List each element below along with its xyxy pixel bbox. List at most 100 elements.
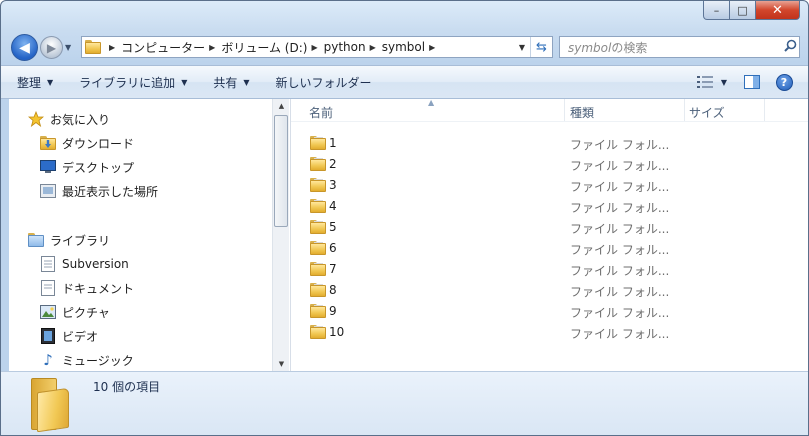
column-name[interactable]: 名前 xyxy=(309,104,333,121)
chevron-right-icon[interactable]: ▶ xyxy=(209,43,215,52)
navigation-pane: お気に入り ダウンロード デスクトップ 最近表示した場所 ライブラリ Subve… xyxy=(9,99,290,371)
nav-item-videos[interactable]: ビデオ xyxy=(39,326,98,346)
file-row[interactable]: 8 ファイル フォル... xyxy=(291,280,808,301)
folder-icon xyxy=(85,40,101,54)
back-button[interactable]: ◀ xyxy=(11,34,38,61)
minimize-button[interactable]: – xyxy=(703,1,730,20)
scroll-down-icon[interactable]: ▼ xyxy=(273,357,290,371)
preview-pane-icon xyxy=(744,75,760,89)
column-divider[interactable] xyxy=(764,99,765,121)
nav-item-desktop[interactable]: デスクトップ xyxy=(39,157,134,177)
folder-icon xyxy=(310,199,326,213)
column-header: ▲ 名前 種類 サイズ xyxy=(291,98,808,122)
nav-item-subversion[interactable]: Subversion xyxy=(39,254,129,274)
breadcrumb-item[interactable]: ボリューム (D:) xyxy=(221,39,307,56)
column-divider[interactable] xyxy=(684,99,685,121)
folder-icon xyxy=(310,283,326,297)
file-list: ▲ 名前 種類 サイズ 1 ファイル フォル... 2 ファイル フォル... … xyxy=(291,98,808,371)
documents-icon xyxy=(39,280,57,296)
sort-ascending-icon: ▲ xyxy=(428,98,435,107)
recent-places-icon xyxy=(39,183,57,199)
share-button[interactable]: 共有 ▼ xyxy=(203,70,259,94)
nav-item-pictures[interactable]: ピクチャ xyxy=(39,302,110,322)
chevron-right-icon[interactable]: ▶ xyxy=(311,43,317,52)
help-button[interactable]: ? xyxy=(772,71,796,93)
refresh-icon: ⇆ xyxy=(536,39,547,55)
nav-item-downloads[interactable]: ダウンロード xyxy=(39,133,134,153)
maximize-button[interactable]: □ xyxy=(730,1,756,20)
explorer-window: – □ ✕ ◀ ▶ ▼ ▶ コンピューター ▶ ボリューム (D:) ▶ pyt… xyxy=(0,0,809,436)
scrollbar-thumb[interactable] xyxy=(274,115,288,227)
folder-icon xyxy=(310,220,326,234)
music-icon: ♪ xyxy=(43,351,53,369)
item-count: 10 個の項目 xyxy=(93,380,161,394)
organize-button[interactable]: 整理 ▼ xyxy=(7,70,63,94)
chevron-down-icon: ▼ xyxy=(181,77,188,87)
chevron-right-icon[interactable]: ▶ xyxy=(429,43,435,52)
nav-item-music[interactable]: ♪ ミュージック xyxy=(39,350,134,370)
refresh-button[interactable]: ⇆ xyxy=(530,37,552,57)
address-bar[interactable]: ▶ コンピューター ▶ ボリューム (D:) ▶ python ▶ symbol… xyxy=(81,36,553,58)
chevron-right-icon[interactable]: ▶ xyxy=(370,43,376,52)
breadcrumb-item[interactable]: コンピューター xyxy=(121,39,205,56)
folder-icon xyxy=(310,157,326,171)
download-folder-icon xyxy=(39,135,57,151)
nav-pane-scrollbar[interactable]: ▲ ▼ xyxy=(272,99,289,371)
close-button[interactable]: ✕ xyxy=(756,1,800,20)
folder-icon xyxy=(310,178,326,192)
chevron-down-icon: ▼ xyxy=(243,77,250,87)
forward-button[interactable]: ▶ xyxy=(40,36,63,59)
arrow-left-icon: ◀ xyxy=(19,39,30,56)
column-divider[interactable] xyxy=(564,99,565,121)
videos-icon xyxy=(39,328,57,344)
desktop-icon xyxy=(39,159,57,175)
new-folder-button[interactable]: 新しいフォルダー xyxy=(266,70,382,94)
file-row[interactable]: 5 ファイル フォル... xyxy=(291,217,808,238)
file-row[interactable]: 3 ファイル フォル... xyxy=(291,175,808,196)
recent-pages-dropdown[interactable]: ▼ xyxy=(65,43,75,52)
breadcrumb: ▶ コンピューター ▶ ボリューム (D:) ▶ python ▶ symbol… xyxy=(105,37,514,57)
library-icon xyxy=(27,232,45,248)
folder-icon xyxy=(310,262,326,276)
nav-libraries[interactable]: ライブラリ xyxy=(27,230,110,250)
nav-item-documents[interactable]: ドキュメント xyxy=(39,278,134,298)
folder-icon xyxy=(310,136,326,150)
nav-favorites[interactable]: お気に入り xyxy=(27,109,110,129)
file-row[interactable]: 4 ファイル フォル... xyxy=(291,196,808,217)
large-folder-icon xyxy=(29,378,73,433)
search-icon[interactable] xyxy=(781,39,799,56)
folder-icon xyxy=(310,304,326,318)
scroll-up-icon[interactable]: ▲ xyxy=(273,99,290,113)
breadcrumb-item[interactable]: symbol xyxy=(382,40,425,54)
command-bar: 整理 ▼ ライブラリに追加 ▼ 共有 ▼ 新しいフォルダー ▼ ? xyxy=(1,65,808,99)
file-row[interactable]: 1 ファイル フォル... xyxy=(291,133,808,154)
column-size[interactable]: サイズ xyxy=(689,104,725,121)
pictures-icon xyxy=(39,304,57,320)
file-row[interactable]: 7 ファイル フォル... xyxy=(291,259,808,280)
file-row[interactable]: 6 ファイル フォル... xyxy=(291,238,808,259)
details-pane: 10 個の項目 xyxy=(1,371,808,435)
preview-pane-button[interactable] xyxy=(740,71,764,93)
document-library-icon xyxy=(39,256,57,272)
star-icon xyxy=(27,111,45,127)
file-row[interactable]: 9 ファイル フォル... xyxy=(291,301,808,322)
file-row[interactable]: 2 ファイル フォル... xyxy=(291,154,808,175)
navigation-buttons: ◀ ▶ ▼ xyxy=(11,34,75,61)
breadcrumb-item[interactable]: python xyxy=(324,40,366,54)
add-to-library-button[interactable]: ライブラリに追加 ▼ xyxy=(69,70,197,94)
search-placeholder: symbolの検索 xyxy=(568,40,648,55)
details-view-icon xyxy=(696,76,713,88)
address-history-dropdown[interactable]: ▼ xyxy=(514,43,530,52)
help-icon: ? xyxy=(775,73,793,91)
caption-buttons: – □ ✕ xyxy=(703,1,800,20)
folder-icon xyxy=(310,325,326,339)
nav-item-recent-places[interactable]: 最近表示した場所 xyxy=(39,181,158,201)
chevron-down-icon: ▼ xyxy=(720,77,728,87)
column-type[interactable]: 種類 xyxy=(570,104,594,121)
chevron-down-icon: ▼ xyxy=(47,77,54,87)
folder-icon xyxy=(310,241,326,255)
view-options-button[interactable]: ▼ xyxy=(692,71,732,93)
chevron-right-icon[interactable]: ▶ xyxy=(109,43,115,52)
file-row[interactable]: 10 ファイル フォル... xyxy=(291,322,808,343)
search-input[interactable]: symbolの検索 xyxy=(559,36,800,58)
